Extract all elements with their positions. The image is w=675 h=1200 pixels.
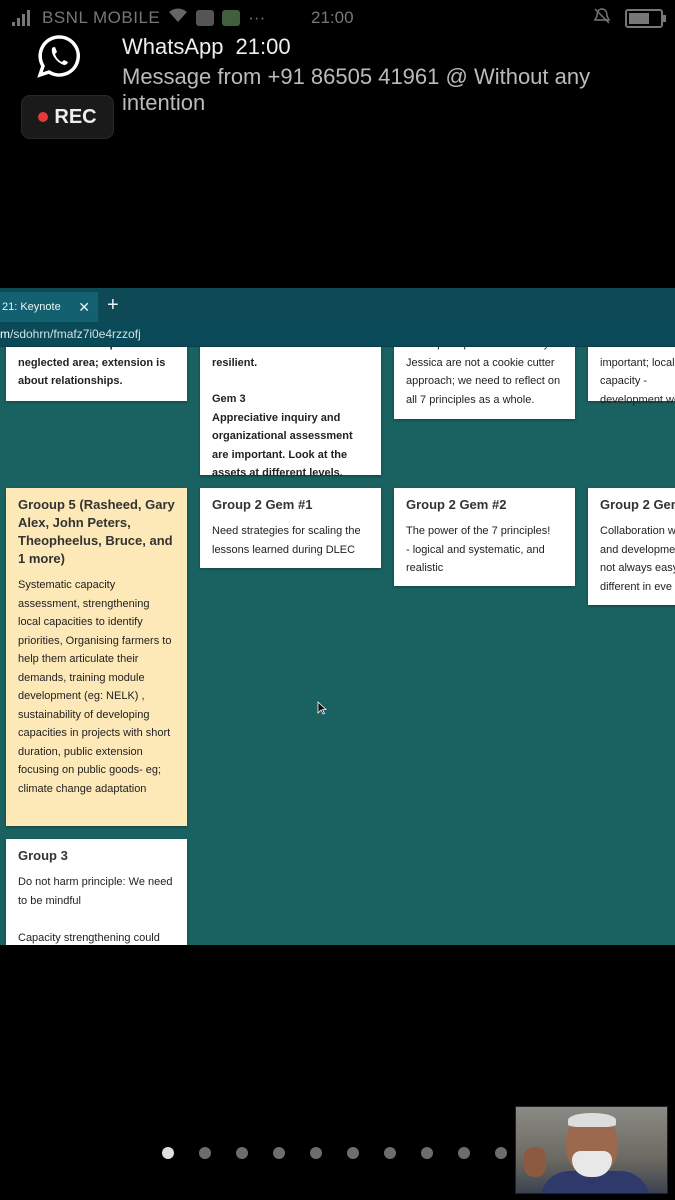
post-title: Group 3 xyxy=(18,848,68,863)
notification-app-name: WhatsApp xyxy=(122,34,224,59)
post-body: attention to an important but neglected … xyxy=(18,347,168,387)
recording-badge: REC xyxy=(22,96,113,138)
page-indicator xyxy=(162,1147,507,1159)
post-title: Group 2 Gem xyxy=(600,497,675,512)
post-card-group2-gem2[interactable]: Group 2 Gem #2 The power of the 7 princi… xyxy=(394,488,575,586)
notification-time: 21:00 xyxy=(235,34,291,59)
whatsapp-icon xyxy=(37,34,81,78)
page-dot[interactable] xyxy=(236,1147,248,1159)
participant-video-thumbnail[interactable] xyxy=(515,1106,668,1194)
page-dot[interactable] xyxy=(162,1147,174,1159)
post-title: Group 2 Gem #2 xyxy=(406,497,507,512)
tab-bar: 21: Keynote ✕ + xyxy=(0,288,675,322)
post-body: Do not harm principle: We need to be min… xyxy=(18,876,173,944)
page-dot[interactable] xyxy=(458,1147,470,1159)
post-body: Collaboration w and developme not always… xyxy=(600,525,675,593)
notification-header: WhatsApp 21:00 xyxy=(122,34,291,60)
post-card-group2-gem[interactable]: Group 2 Gem Collaboration w and developm… xyxy=(588,488,675,605)
post-card[interactable]: attention to an important but neglected … xyxy=(6,347,187,401)
new-tab-icon[interactable]: + xyxy=(107,294,119,317)
tab-keynote[interactable]: 21: Keynote ✕ xyxy=(0,292,98,322)
address-bar[interactable]: m/sdohrn/fmafz7i0e4rzzofj xyxy=(0,322,675,347)
notification-message: Message from +91 86505 41961 @ Without a… xyxy=(122,64,591,115)
post-card-group2-gem1[interactable]: Group 2 Gem #1 Need strategies for scali… xyxy=(200,488,381,568)
mouse-cursor-icon xyxy=(317,701,328,715)
record-dot-icon xyxy=(38,112,49,122)
post-card-group5[interactable]: Grooup 5 (Rasheed, Gary Alex, John Peter… xyxy=(6,488,187,826)
post-title: Group 2 Gem #1 xyxy=(212,497,313,512)
padlet-canvas[interactable]: attention to an important but neglected … xyxy=(0,347,675,945)
url-path: /sdohrn/fmafz7i0e4rzzofj xyxy=(10,327,141,341)
url-text: m/sdohrn/fmafz7i0e4rzzofj xyxy=(0,327,141,341)
post-title: Grooup 5 (Rasheed, Gary Alex, John Peter… xyxy=(18,497,175,566)
page-dot[interactable] xyxy=(421,1147,433,1159)
post-body: Appreciative inquiry and organizational … xyxy=(212,411,356,480)
url-prefix: m xyxy=(0,327,10,341)
post-body: The power of the 7 principles! - logical… xyxy=(406,525,551,574)
page-dot[interactable] xyxy=(384,1147,396,1159)
page-dot[interactable] xyxy=(310,1147,322,1159)
post-title: Gem 3 xyxy=(212,393,246,405)
post-body: Systematic capacity assessment, strength… xyxy=(18,579,175,795)
post-card[interactable]: The 7 principles described by Jessica ar… xyxy=(394,347,575,419)
post-card-group3[interactable]: Group 3 Do not harm principle: We need t… xyxy=(6,839,187,945)
page-dot[interactable] xyxy=(273,1147,285,1159)
page-dot[interactable] xyxy=(347,1147,359,1159)
post-card-gem3[interactable]: to be sustainable and resilient. Gem 3 A… xyxy=(200,347,381,479)
close-tab-icon[interactable]: ✕ xyxy=(78,299,90,316)
page-dot[interactable] xyxy=(495,1147,507,1159)
tab-title: 21: Keynote xyxy=(2,301,61,313)
post-card[interactable]: Do no harm is important; local capacity … xyxy=(588,347,675,406)
page-dot[interactable] xyxy=(199,1147,211,1159)
post-body-top: to be sustainable and resilient. xyxy=(212,347,324,369)
post-body: Need strategies for scaling the lessons … xyxy=(212,525,364,556)
shared-screen-browser: 21: Keynote ✕ + m/sdohrn/fmafz7i0e4rzzof… xyxy=(0,288,675,945)
recording-label: REC xyxy=(54,105,97,128)
post-body: Do no harm is important; local capacity … xyxy=(600,347,675,406)
post-body: The 7 principles described by Jessica ar… xyxy=(406,347,561,406)
